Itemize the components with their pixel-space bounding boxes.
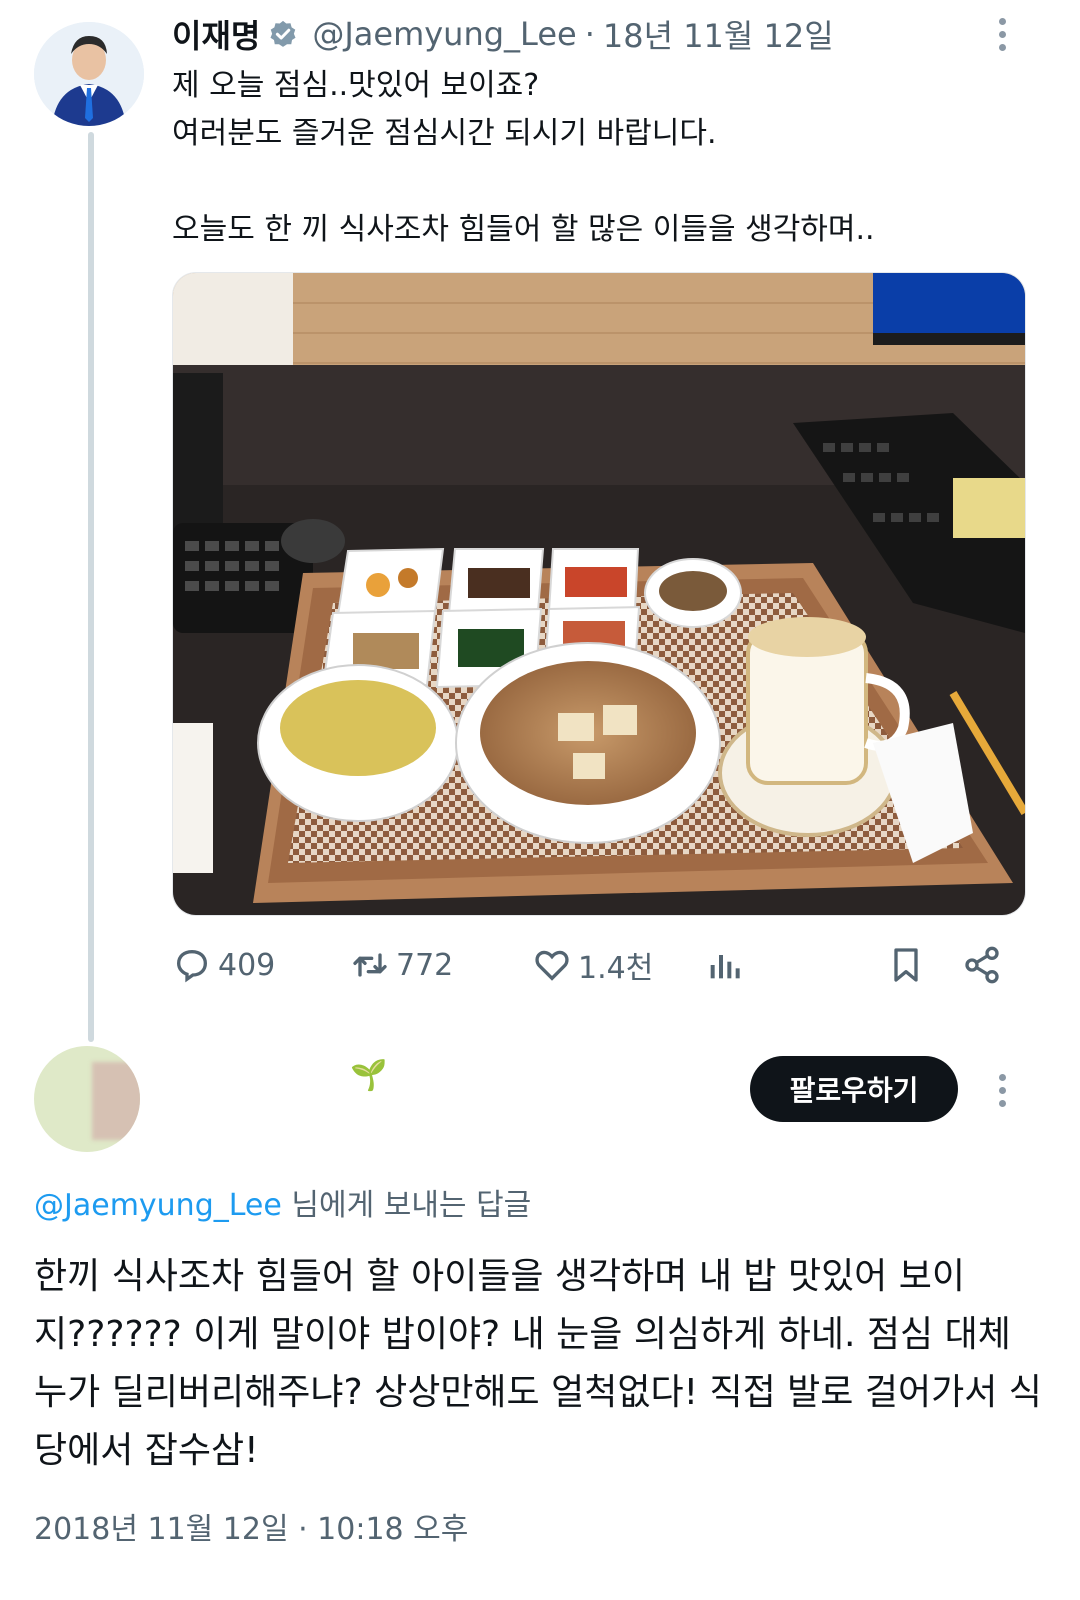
views-button[interactable] bbox=[704, 935, 744, 995]
sprout-emoji: 🌱 bbox=[350, 1058, 388, 1093]
replying-to-line: @Jaemyung_Lee 님에게 보내는 답글 bbox=[34, 1180, 531, 1224]
tweet-actions: 409 772 1.4천 bbox=[172, 935, 1032, 995]
author-name[interactable]: 이재명 bbox=[172, 11, 260, 57]
reply-count: 409 bbox=[218, 947, 276, 983]
tweet-photo[interactable] bbox=[172, 272, 1026, 916]
reply-to-suffix: 님에게 보내는 답글 bbox=[291, 1188, 532, 1223]
tweet-line-1: 제 오늘 점심..맛있어 보이죠? bbox=[172, 68, 540, 103]
tweet-line-4: 오늘도 한 끼 식사조차 힘들어 할 많은 이들을 생각하며.. bbox=[172, 212, 875, 247]
heart-icon bbox=[535, 950, 569, 981]
bookmark-button[interactable] bbox=[886, 935, 926, 995]
author-handle[interactable]: @Jaemyung_Lee bbox=[312, 15, 576, 53]
reply-mention-link[interactable]: @Jaemyung_Lee bbox=[34, 1188, 282, 1223]
like-count: 1.4천 bbox=[578, 951, 654, 986]
like-button[interactable]: 1.4천 bbox=[532, 935, 653, 995]
retweet-button[interactable]: 772 bbox=[350, 935, 453, 995]
tweet-date[interactable]: 18년 11월 12일 bbox=[603, 11, 834, 57]
reply-more-icon[interactable] bbox=[996, 1074, 1008, 1107]
speech-bubble-icon bbox=[176, 949, 208, 983]
verified-badge-icon bbox=[270, 20, 296, 47]
author-avatar[interactable] bbox=[34, 22, 144, 126]
thread-connector-line bbox=[88, 132, 94, 1042]
tweet-line-2: 여러분도 즐거운 점심시간 되시기 바랍니다. bbox=[172, 116, 717, 151]
follow-button[interactable]: 팔로우하기 bbox=[750, 1056, 958, 1122]
header-separator: · bbox=[584, 15, 595, 53]
share-icon bbox=[965, 946, 999, 984]
reply-author-avatar[interactable] bbox=[34, 1046, 140, 1152]
share-button[interactable] bbox=[962, 935, 1002, 995]
tweet-more-icon[interactable] bbox=[996, 18, 1008, 51]
tweet-header: 이재명 @Jaemyung_Lee · 18년 11월 12일 bbox=[172, 12, 834, 56]
reply-text: 한끼 식사조차 힘들어 할 아이들을 생각하며 내 밥 맛있어 보이지?????… bbox=[34, 1256, 1042, 1471]
bookmark-icon bbox=[894, 948, 918, 982]
retweet-icon bbox=[353, 953, 387, 977]
bar-chart-icon bbox=[710, 955, 740, 979]
reply-button[interactable]: 409 bbox=[172, 935, 275, 995]
retweet-count: 772 bbox=[396, 947, 454, 983]
tweet-text: 제 오늘 점심..맛있어 보이죠? 여러분도 즐거운 점심시간 되시기 바랍니다… bbox=[172, 62, 1052, 254]
reply-timestamp[interactable]: 2018년 11월 12일 · 10:18 오후 bbox=[34, 1504, 468, 1548]
tweet-line-3 bbox=[172, 158, 1052, 206]
lunch-tray-photo bbox=[173, 273, 1025, 915]
redacted-area bbox=[92, 1062, 140, 1140]
